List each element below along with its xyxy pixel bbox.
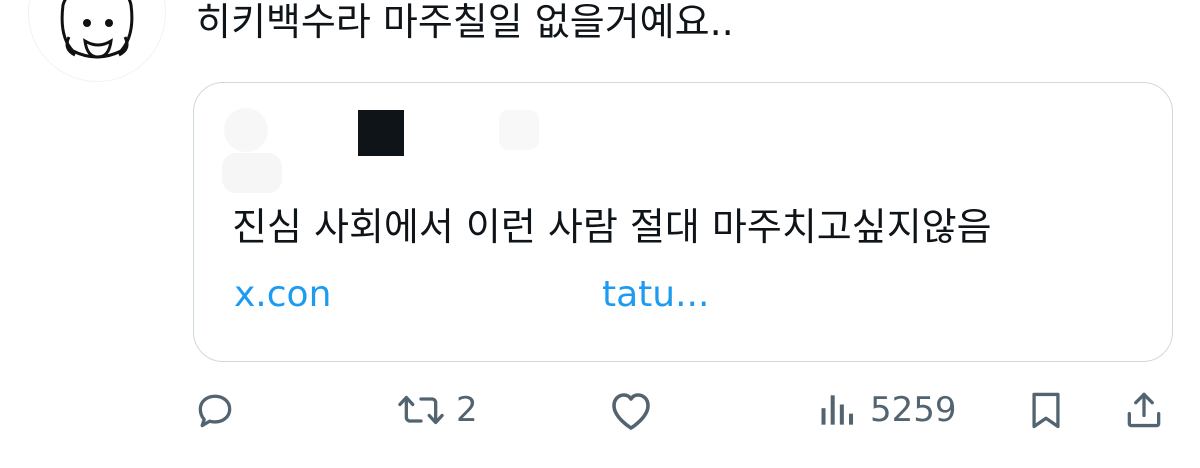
blurred-region <box>499 110 539 150</box>
quoted-tweet-text: 진심 사회에서 이런 사람 절대 마주치고싶지않음 <box>232 205 992 249</box>
retweet-count: 2 <box>456 390 478 430</box>
reply-icon <box>198 394 232 428</box>
tweet-text: 히키백수라 마주칠일 없을거예요.. <box>196 0 734 44</box>
views-count: 5259 <box>870 390 957 430</box>
retweet-icon <box>398 395 444 425</box>
link-redaction <box>346 273 590 329</box>
blurred-avatar <box>224 108 268 152</box>
views-button[interactable]: 5259 <box>816 388 957 432</box>
redaction-block <box>358 110 404 156</box>
bar-chart-icon <box>821 395 854 425</box>
action-bar: 2 5259 <box>0 384 1200 444</box>
share-icon <box>1127 392 1161 428</box>
tweet-reply: 히키백수라 마주칠일 없을거예요.. 진심 사회에서 이런 사람 절대 마주치고… <box>0 0 1200 468</box>
share-button[interactable] <box>1122 388 1166 432</box>
avatar-doodle-icon <box>60 0 134 59</box>
bookmark-icon <box>1032 392 1060 429</box>
quoted-tweet-card[interactable]: 진심 사회에서 이런 사람 절대 마주치고싶지않음 x.con tatu... <box>193 82 1173 362</box>
quoted-tweet-header <box>194 83 1172 193</box>
blurred-region <box>222 153 282 193</box>
avatar[interactable] <box>28 0 166 82</box>
quoted-tweet-link-end[interactable]: tatu... <box>602 273 709 317</box>
reply-button[interactable] <box>193 388 237 432</box>
quoted-tweet-link-start[interactable]: x.con <box>234 273 331 317</box>
like-button[interactable] <box>606 388 656 432</box>
heart-icon <box>612 393 650 430</box>
retweet-button[interactable]: 2 <box>396 388 478 432</box>
bookmark-button[interactable] <box>1024 388 1068 432</box>
